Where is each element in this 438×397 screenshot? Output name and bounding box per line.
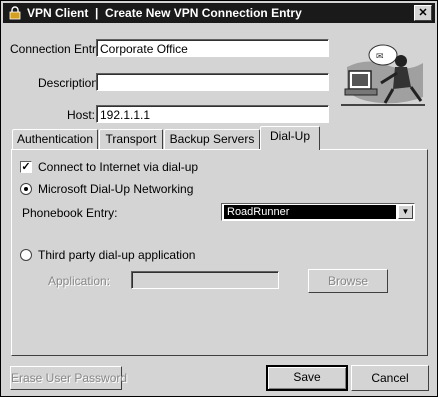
erase-user-password-button[interactable]: Erase User Password bbox=[10, 366, 127, 390]
phonebook-entry-value: RoadRunner bbox=[224, 205, 396, 219]
connection-entry-input[interactable]: Corporate Office bbox=[96, 39, 329, 57]
svg-text:✉: ✉ bbox=[376, 52, 384, 62]
description-input[interactable] bbox=[96, 73, 329, 91]
browse-button[interactable]: Browse bbox=[308, 269, 388, 293]
third-party-label: Third party dial-up application bbox=[38, 248, 196, 262]
host-label: Host: bbox=[67, 108, 96, 122]
user-at-computer-illustration: ✉ bbox=[337, 37, 429, 113]
phonebook-entry-label: Phonebook Entry: bbox=[22, 206, 118, 220]
microsoft-dun-label: Microsoft Dial-Up Networking bbox=[38, 182, 194, 196]
third-party-radio[interactable] bbox=[20, 249, 32, 261]
vpn-lock-icon bbox=[9, 6, 21, 20]
connection-entry-label-text: Connection Entry: bbox=[10, 42, 106, 56]
host-input[interactable]: 192.1.1.1 bbox=[96, 105, 329, 123]
phonebook-entry-select[interactable]: RoadRunner ▼ bbox=[221, 203, 415, 221]
radio-selected-dot bbox=[24, 187, 28, 191]
close-button[interactable]: ✕ bbox=[414, 5, 432, 21]
window-title: VPN Client | Create New VPN Connection E… bbox=[27, 6, 302, 20]
connect-dialup-checkbox[interactable]: ✓ bbox=[20, 161, 32, 173]
tab-dial-up[interactable]: Dial-Up bbox=[260, 126, 320, 150]
close-icon: ✕ bbox=[418, 7, 428, 19]
connection-entry-label: Connection Entry: bbox=[10, 42, 105, 56]
tab-backup-servers[interactable]: Backup Servers bbox=[164, 129, 260, 149]
title-bar: VPN Client | Create New VPN Connection E… bbox=[3, 3, 435, 23]
tab-transport[interactable]: Transport bbox=[99, 129, 163, 149]
connect-dialup-label: Connect to Internet via dial-up bbox=[38, 160, 199, 174]
microsoft-dun-radio[interactable] bbox=[20, 183, 32, 195]
chevron-down-icon[interactable]: ▼ bbox=[398, 205, 413, 219]
application-input[interactable] bbox=[131, 271, 279, 289]
save-button[interactable]: Save bbox=[266, 365, 348, 391]
vpn-entry-dialog: VPN Client | Create New VPN Connection E… bbox=[0, 0, 438, 397]
cancel-button[interactable]: Cancel bbox=[351, 365, 429, 391]
description-label: Description: bbox=[38, 76, 102, 90]
application-label: Application: bbox=[48, 274, 111, 288]
tab-authentication[interactable]: Authentication bbox=[12, 129, 98, 149]
